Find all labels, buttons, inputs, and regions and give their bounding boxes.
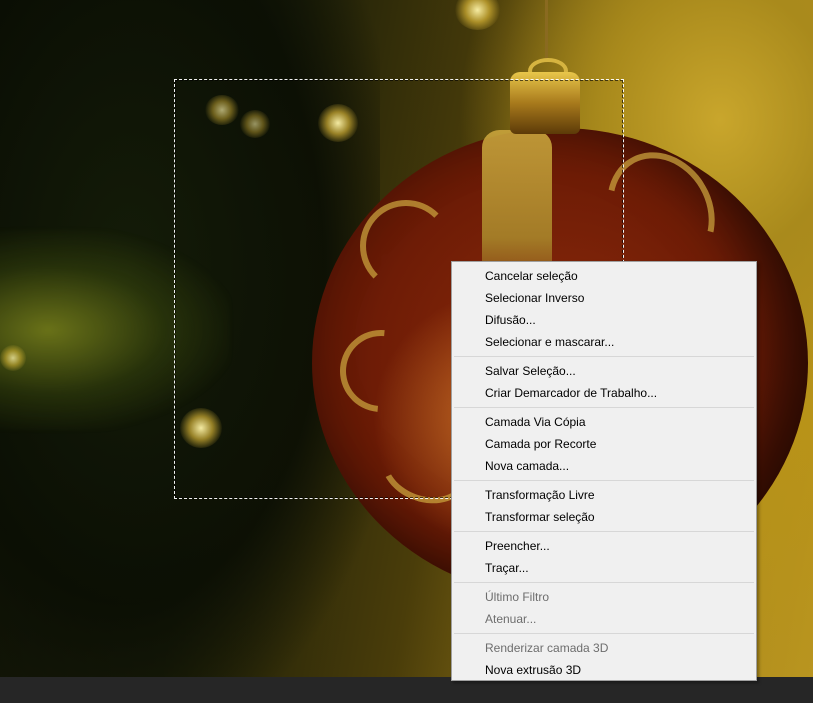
menu-separator [454,407,754,408]
ornament-string [545,0,548,62]
menu-item-ultimo-filtro: Último Filtro [485,590,550,604]
menu-item-atenuar: Atenuar... [485,612,537,626]
menu-item-difusao[interactable]: Difusão... [452,309,756,331]
light-bokeh [455,0,500,30]
menu-item-nova-camada[interactable]: Nova camada... [452,455,756,477]
menu-separator [454,531,754,532]
menu-item-selecionar-inverso[interactable]: Selecionar Inverso [452,287,756,309]
menu-item-renderizar-camada-3d: Renderizar camada 3D [485,641,609,655]
menu-item-camada-por-recorte[interactable]: Camada por Recorte [452,433,756,455]
menu-item-salvar-selecao[interactable]: Salvar Seleção... [452,360,756,382]
context-menu: Cancelar seleção Selecionar Inverso Difu… [451,261,757,681]
menu-item-nova-extrusao-3d[interactable]: Nova extrusão 3D [452,659,756,681]
menu-separator [454,356,754,357]
menu-item-criar-demarcador[interactable]: Criar Demarcador de Trabalho... [452,382,756,404]
menu-item-transformar-selecao[interactable]: Transformar seleção [452,506,756,528]
menu-item-camada-via-copia[interactable]: Camada Via Cópia [452,411,756,433]
menu-item-selecionar-e-mascarar[interactable]: Selecionar e mascarar... [452,331,756,353]
light-bokeh [0,345,26,371]
menu-item-transformacao-livre[interactable]: Transformação Livre [452,484,756,506]
menu-item-tracar[interactable]: Traçar... [452,557,756,579]
menu-separator [454,480,754,481]
menu-item-preencher[interactable]: Preencher... [452,535,756,557]
menu-separator [454,582,754,583]
menu-item-cancelar-selecao[interactable]: Cancelar seleção [452,265,756,287]
menu-separator [454,633,754,634]
